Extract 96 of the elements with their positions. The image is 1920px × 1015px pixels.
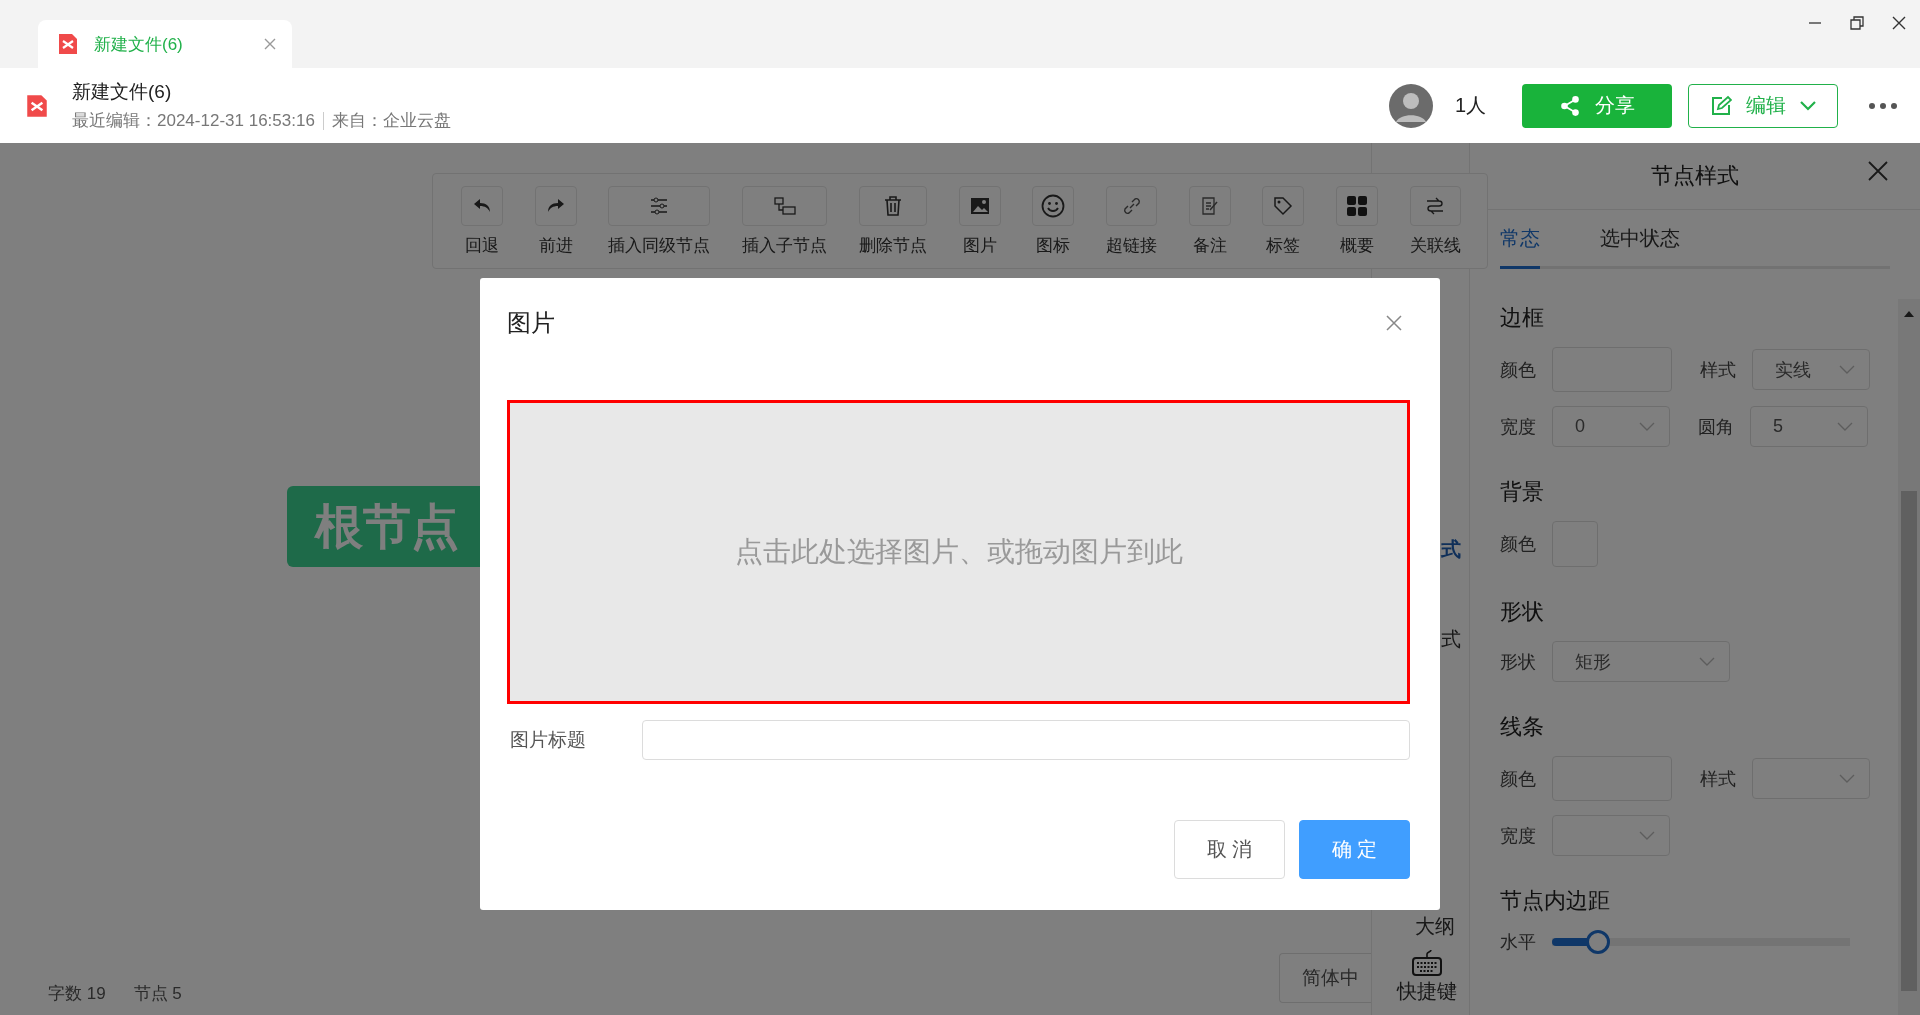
language-button[interactable]: 简体中 <box>1279 953 1371 1003</box>
toolbar-label: 关联线 <box>1409 235 1461 257</box>
toolbar-label: 插入子节点 <box>742 235 828 257</box>
toolbar-label: 插入同级节点 <box>608 235 711 257</box>
scrollbar-thumb[interactable] <box>1901 491 1917 991</box>
select-field[interactable] <box>1552 815 1670 856</box>
chevron-down-icon <box>1839 773 1855 784</box>
toolbar-label: 标签 <box>1265 235 1302 257</box>
share-icon <box>1559 94 1581 117</box>
document-tab[interactable]: 新建文件(6) <box>38 20 292 68</box>
chevron-down-icon <box>1837 421 1853 432</box>
select-field[interactable]: 实线 <box>1752 349 1870 390</box>
more-icon[interactable] <box>1868 101 1898 110</box>
note-icon <box>1199 196 1220 216</box>
trash-icon <box>882 195 903 217</box>
confirm-button[interactable]: 确 定 <box>1299 820 1410 879</box>
chevron-down-icon <box>1699 656 1715 667</box>
field-label: 颜色 <box>1500 358 1537 382</box>
edit-button[interactable]: 编辑 <box>1688 83 1838 128</box>
field-label: 样式 <box>1700 767 1737 791</box>
side-tab[interactable]: 式 <box>1441 538 1461 561</box>
caret-icon <box>1800 100 1816 111</box>
field-label: 宽度 <box>1500 415 1537 439</box>
document-title: 新建文件(6) <box>72 80 173 104</box>
toolbar-button[interactable] <box>1336 186 1379 226</box>
field-label: 形状 <box>1500 650 1537 674</box>
scrollbar[interactable] <box>1898 299 1920 1015</box>
section-heading: 节点内边距 <box>1500 887 1611 915</box>
field-label: 颜色 <box>1500 533 1537 556</box>
node-count: 节点 5 <box>133 983 182 1005</box>
link-icon <box>1121 196 1142 216</box>
toolbar-label: 前进 <box>537 235 574 257</box>
collaborator-count: 1人 <box>1454 93 1486 118</box>
smiley-icon <box>1041 194 1066 218</box>
grid-icon <box>1346 195 1369 217</box>
side-tab[interactable]: 式 <box>1441 628 1461 651</box>
toolbar-button[interactable] <box>1032 186 1075 226</box>
toolbar-button[interactable] <box>742 186 828 226</box>
field-label: 宽度 <box>1500 824 1537 848</box>
toolbar-label: 超链接 <box>1106 235 1158 257</box>
toolbar-button[interactable] <box>858 186 927 226</box>
section-heading: 背景 <box>1500 478 1545 506</box>
relation-line-icon <box>1425 196 1446 216</box>
toolbar-label: 概要 <box>1339 235 1376 257</box>
toolbar-label: 删除节点 <box>858 235 927 257</box>
shortcut-label[interactable]: 快捷键 <box>1397 980 1457 1003</box>
panel-tab[interactable]: 选中状态 <box>1600 210 1680 266</box>
field-label: 圆角 <box>1698 415 1735 439</box>
close-icon[interactable] <box>1892 16 1906 30</box>
image-drop-zone[interactable]: 点击此处选择图片、或拖动图片到此 <box>507 400 1410 704</box>
panel-tab[interactable]: 常态 <box>1500 210 1540 269</box>
image-icon <box>969 197 990 215</box>
toolbar-button[interactable] <box>1188 186 1231 226</box>
section-heading: 线条 <box>1500 713 1545 741</box>
cancel-button[interactable]: 取 消 <box>1174 820 1285 879</box>
toolbar-button[interactable] <box>1262 186 1305 226</box>
panel-title: 节点样式 <box>1651 162 1739 190</box>
restore-icon[interactable] <box>1850 16 1864 30</box>
chevron-down-icon <box>1639 830 1655 841</box>
avatar-icon[interactable] <box>1388 83 1433 128</box>
section-heading: 形状 <box>1500 598 1545 626</box>
toolbar-button[interactable] <box>1409 186 1461 226</box>
toolbar-label: 备注 <box>1191 235 1228 257</box>
select-field[interactable]: 矩形 <box>1552 641 1730 682</box>
chevron-down-icon <box>1639 421 1655 432</box>
chevron-down-icon <box>1839 364 1855 375</box>
edit-icon <box>1710 94 1732 117</box>
toolbar-label: 回退 <box>464 235 500 257</box>
child-node-icon <box>773 196 796 216</box>
caption-input[interactable] <box>642 720 1410 760</box>
field-label: 颜色 <box>1500 767 1537 791</box>
toolbar-label: 图标 <box>1035 235 1072 257</box>
dialog-title: 图片 <box>507 308 555 338</box>
toolbar-button[interactable] <box>461 186 503 226</box>
toolbar-button[interactable] <box>534 186 577 226</box>
slider-thumb[interactable] <box>1585 930 1610 954</box>
select-field[interactable]: 5 <box>1750 406 1868 447</box>
select-field[interactable] <box>1752 758 1870 799</box>
toolbar-button[interactable] <box>958 186 1001 226</box>
toolbar-button[interactable] <box>608 186 711 226</box>
section-heading: 边框 <box>1500 304 1545 332</box>
scroll-up-icon[interactable] <box>1904 311 1914 317</box>
sliders-icon <box>649 196 670 216</box>
tag-icon <box>1273 196 1294 216</box>
share-button[interactable]: 分享 <box>1522 83 1672 128</box>
field-label: 图片标题 <box>509 728 587 752</box>
last-edited-text: 最近编辑：2024-12-31 16:53:16 <box>72 110 315 132</box>
outline-label[interactable]: 大纲 <box>1415 915 1455 938</box>
field-label: 水平 <box>1500 931 1537 954</box>
app-logo-icon <box>56 31 80 57</box>
keyboard-icon[interactable] <box>1412 950 1442 976</box>
toolbar-label: 图片 <box>961 235 998 257</box>
word-count: 字数 19 <box>48 983 106 1005</box>
source-text: 来自：企业云盘 <box>331 110 451 132</box>
field-label: 样式 <box>1700 358 1737 382</box>
select-field[interactable]: 0 <box>1552 406 1670 447</box>
